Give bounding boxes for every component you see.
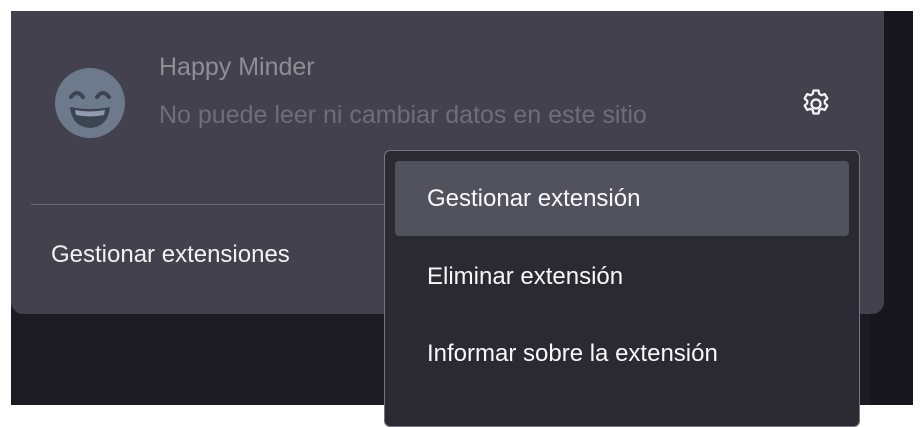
extension-context-menu: Gestionar extensión Eliminar extensión I… bbox=[384, 150, 860, 427]
menu-item-report-extension[interactable]: Informar sobre la extensión bbox=[395, 316, 849, 391]
gear-icon bbox=[799, 87, 833, 126]
manage-extensions-link[interactable]: Gestionar extensiones bbox=[51, 241, 290, 269]
extension-name: Happy Minder bbox=[159, 53, 315, 81]
menu-item-manage-extension[interactable]: Gestionar extensión bbox=[395, 161, 849, 236]
extension-settings-button[interactable] bbox=[796, 86, 836, 126]
grinning-face-icon bbox=[54, 67, 126, 139]
extension-permission-text: No puede leer ni cambiar datos en este s… bbox=[159, 101, 647, 129]
menu-item-remove-extension[interactable]: Eliminar extensión bbox=[395, 239, 849, 314]
